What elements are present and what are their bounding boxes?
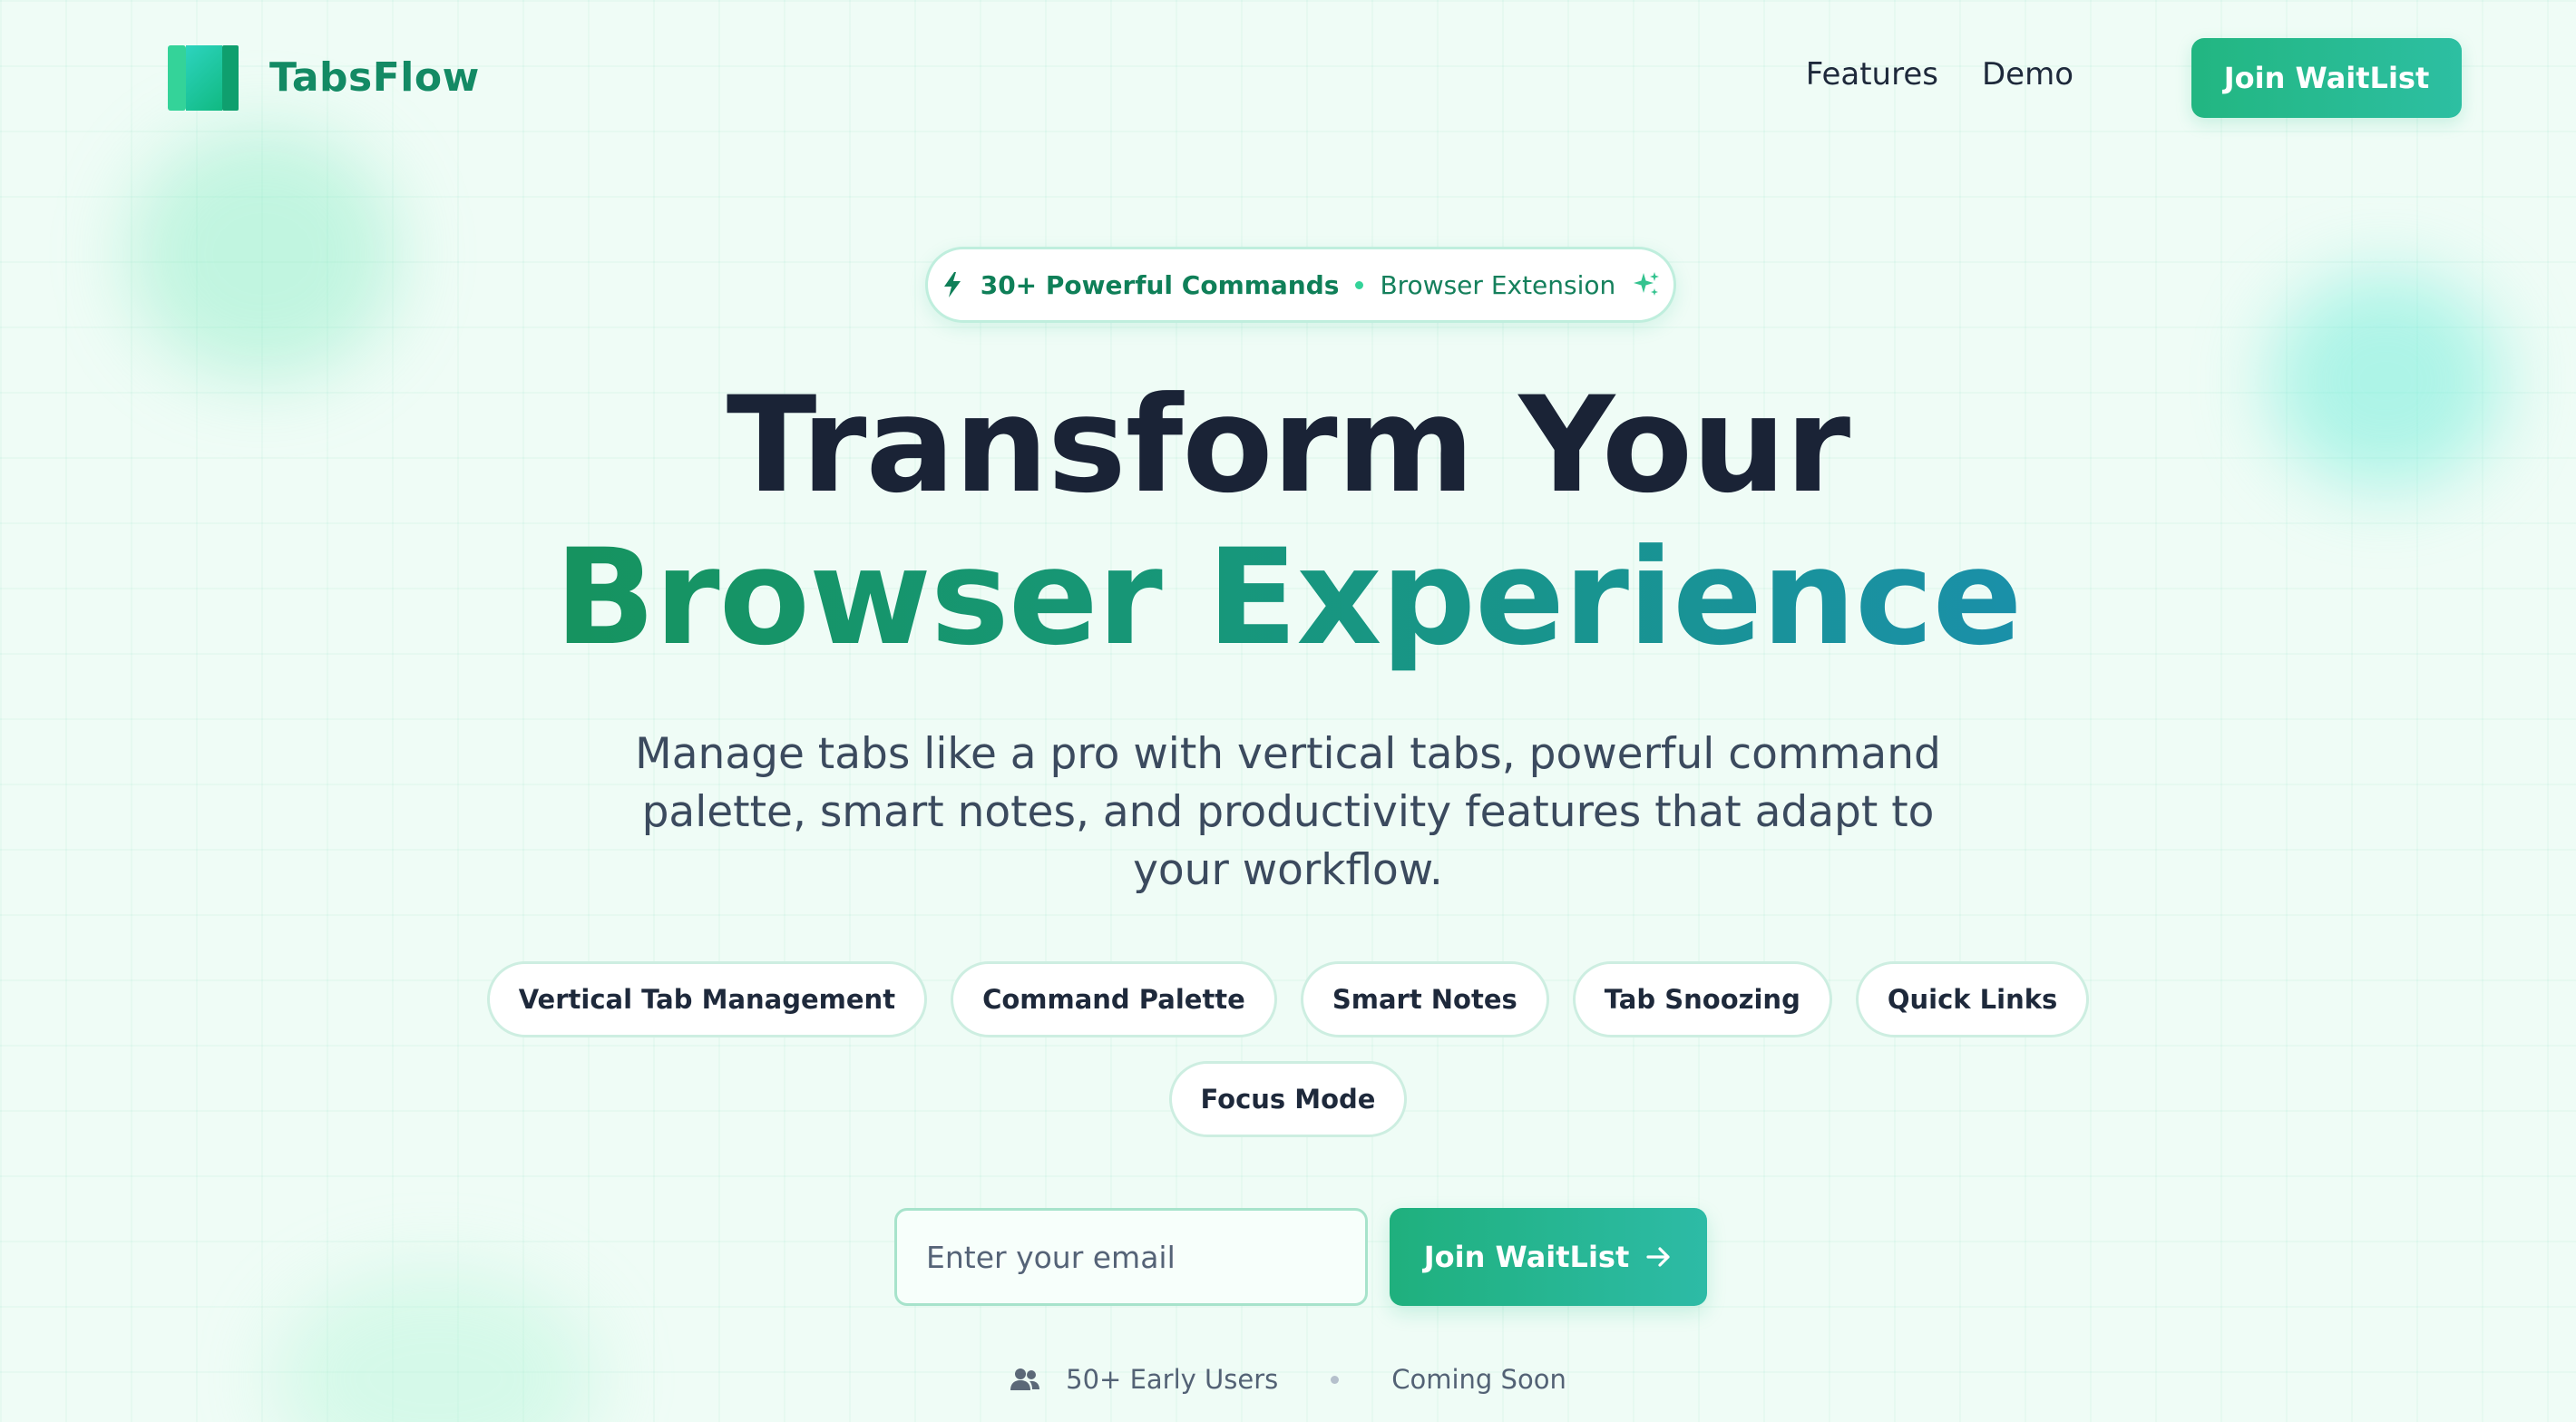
feature-chip-row: Focus Mode	[0, 1061, 2576, 1137]
early-users-count: 50+ Early Users	[1066, 1364, 1279, 1395]
waitlist-meta: 50+ Early Users Coming Soon	[0, 1364, 2576, 1395]
users-icon	[1010, 1368, 1040, 1390]
tabs-logo-icon	[168, 42, 239, 112]
nav-link-demo[interactable]: Demo	[1982, 56, 2073, 93]
feature-chip-tab-snoozing: Tab Snoozing	[1572, 961, 1832, 1037]
landing-page: TabsFlow Features Demo Join WaitList 30+…	[0, 0, 2576, 1422]
hero-title-line1: Transform Your	[726, 368, 1850, 522]
badge-separator-dot	[1355, 280, 1364, 289]
background-blob	[127, 127, 399, 381]
top-nav: TabsFlow Features Demo Join WaitList	[0, 0, 2576, 154]
feature-chip-quick-links: Quick Links	[1855, 961, 2090, 1037]
background-blob	[272, 1270, 599, 1422]
meta-separator-dot	[1331, 1375, 1340, 1384]
hero-subtitle: Manage tabs like a pro with vertical tab…	[635, 729, 1941, 895]
join-waitlist-label: Join WaitList	[1423, 1240, 1630, 1274]
brand-name: TabsFlow	[269, 54, 480, 101]
hero-title-gradient-text: Browser Experience	[554, 521, 2022, 675]
badge-extension-text: Browser Extension	[1380, 269, 1616, 300]
feature-chip-row: Vertical Tab Management Command Palette …	[0, 961, 2576, 1037]
feature-chip-vertical-tabs: Vertical Tab Management	[486, 961, 928, 1037]
email-input[interactable]	[894, 1208, 1368, 1306]
sparkle-icon	[1634, 272, 1660, 296]
announcement-badge: 30+ Powerful Commands Browser Extension	[925, 247, 1676, 323]
bolt-icon	[943, 272, 961, 297]
feature-chip-smart-notes: Smart Notes	[1300, 961, 1549, 1037]
feature-chip-command-palette: Command Palette	[951, 961, 1277, 1037]
nav-join-waitlist-button[interactable]: Join WaitList	[2191, 38, 2462, 118]
waitlist-form: Join WaitList	[894, 1208, 1707, 1306]
hero-title-line2: Browser Experience	[0, 531, 2576, 664]
arrow-right-icon	[1646, 1247, 1670, 1267]
brand-logo-link[interactable]: TabsFlow	[168, 42, 480, 112]
nav-link-features[interactable]: Features	[1806, 56, 1938, 93]
join-waitlist-button[interactable]: Join WaitList	[1390, 1208, 1707, 1306]
badge-commands-text: 30+ Powerful Commands	[980, 269, 1340, 300]
feature-chips: Vertical Tab Management Command Palette …	[0, 961, 2576, 1161]
nav-links: Features Demo	[1806, 56, 2073, 93]
launch-status: Coming Soon	[1391, 1364, 1566, 1395]
feature-chip-focus-mode: Focus Mode	[1168, 1061, 1408, 1137]
